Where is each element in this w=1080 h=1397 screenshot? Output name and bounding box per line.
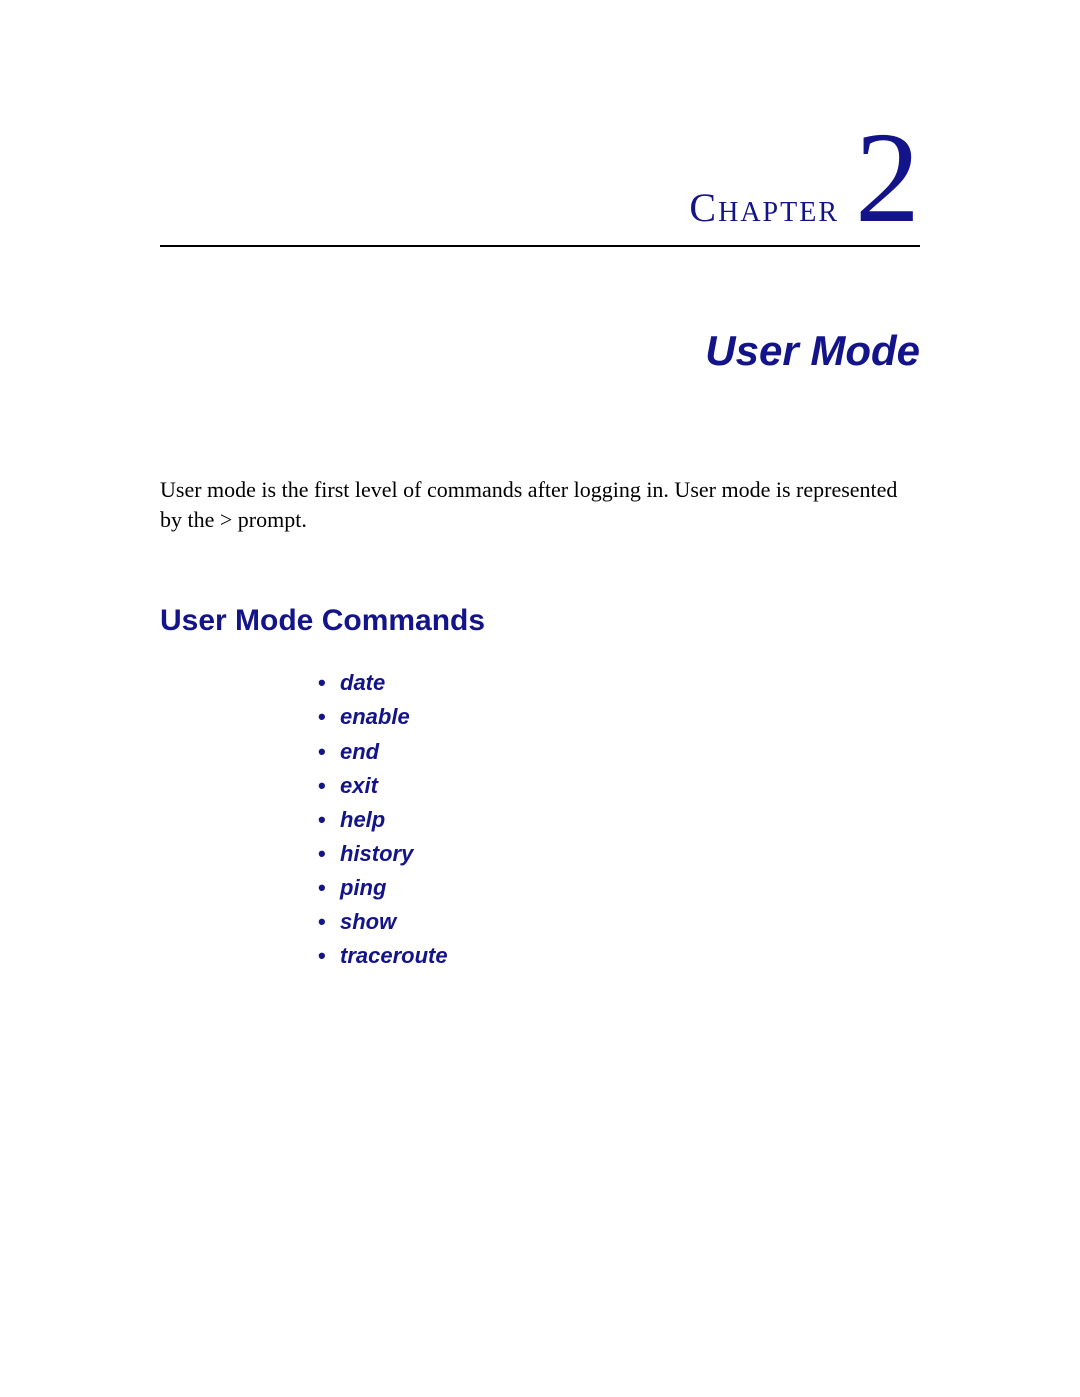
page: Chapter 2 User Mode User mode is the fir… (0, 0, 1080, 1073)
command-item: history (340, 837, 920, 871)
horizontal-rule (160, 245, 920, 247)
chapter-number: 2 (855, 120, 920, 237)
command-item: end (340, 735, 920, 769)
command-item: show (340, 905, 920, 939)
intro-paragraph: User mode is the first level of commands… (160, 475, 920, 534)
command-list: date enable end exit help history ping s… (160, 666, 920, 973)
section-heading: User Mode Commands (160, 604, 920, 638)
command-item: date (340, 666, 920, 700)
command-item: traceroute (340, 939, 920, 973)
command-item: exit (340, 769, 920, 803)
command-item: help (340, 803, 920, 837)
chapter-header: Chapter 2 (160, 120, 920, 237)
command-item: enable (340, 700, 920, 734)
command-item: ping (340, 871, 920, 905)
chapter-label: Chapter (689, 184, 839, 231)
chapter-title: User Mode (160, 327, 920, 375)
